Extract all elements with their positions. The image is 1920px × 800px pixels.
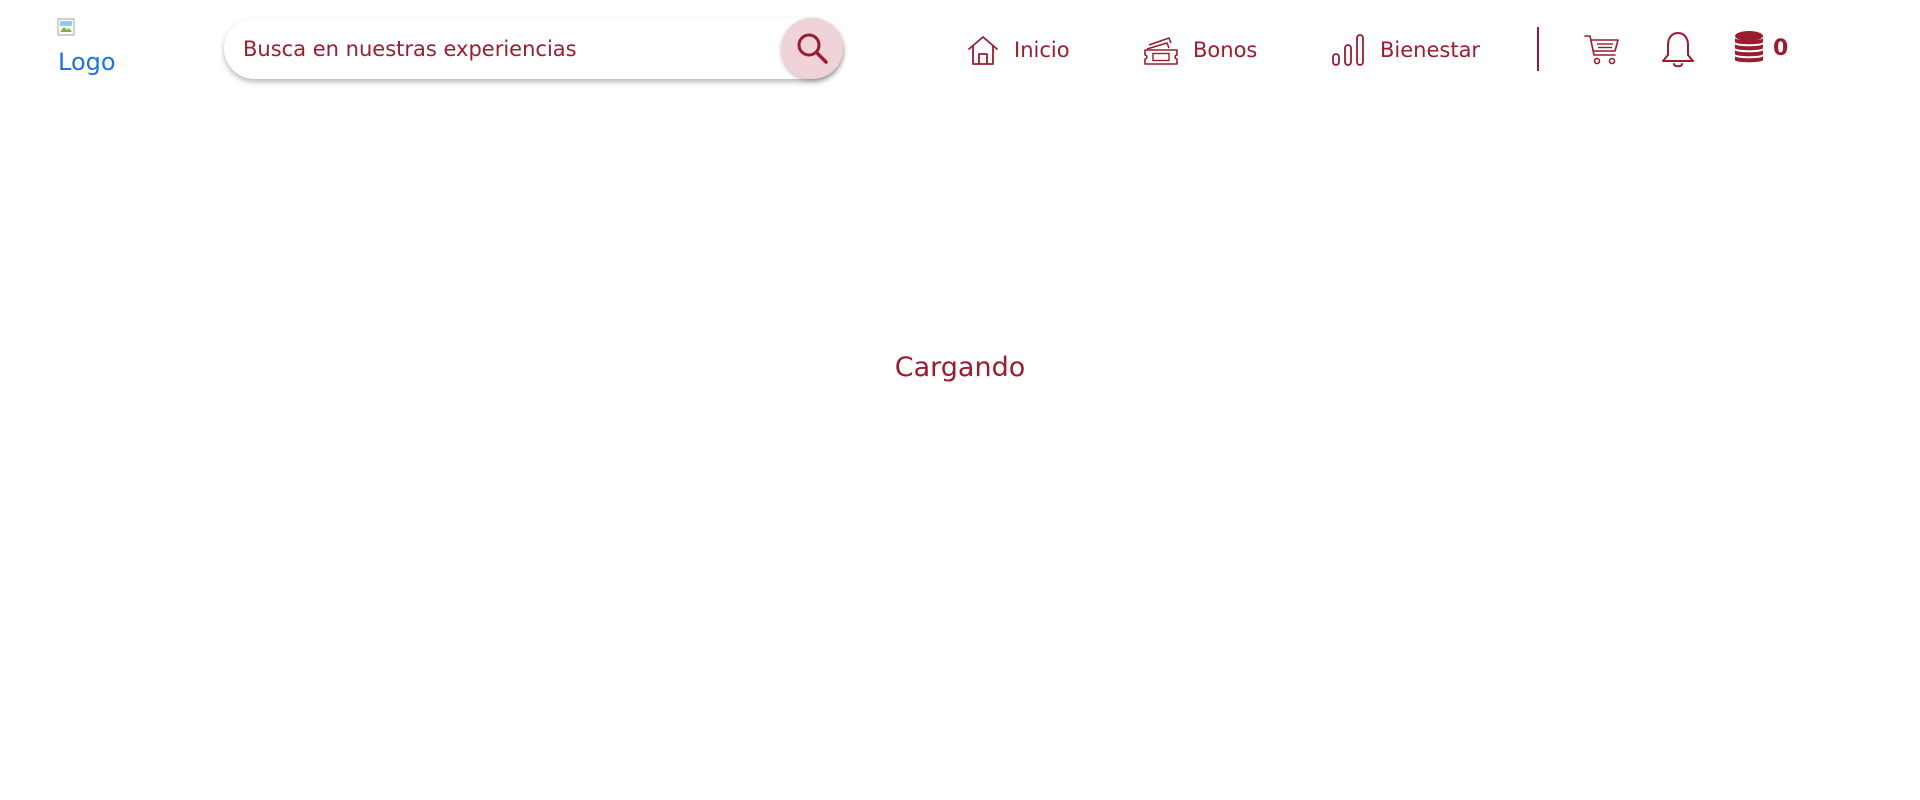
nav-item-bienestar[interactable]: Bienestar [1330,30,1480,70]
broken-image-icon [57,18,75,36]
cart-button[interactable] [1584,32,1620,66]
nav-item-inicio[interactable]: Inicio [966,30,1070,70]
coins-count: 0 [1773,35,1789,61]
search-bar [224,18,843,79]
search-button[interactable] [781,18,843,79]
bell-icon [1662,32,1694,68]
tickets-icon [1144,37,1178,65]
search-input[interactable] [243,18,783,79]
nav-label-inicio: Inicio [1014,38,1070,62]
notifications-button[interactable] [1660,30,1696,70]
coins-balance[interactable]: 0 [1733,30,1788,66]
logo[interactable]: Logo [57,18,117,76]
nav-divider [1537,27,1539,71]
coins-icon [1735,31,1763,63]
home-icon [968,36,998,65]
loading-message: Cargando [894,352,1026,383]
top-navigation-bar: Logo Inicio B [0,0,1920,98]
nav-item-bonos[interactable]: Bonos [1143,30,1257,70]
nav-label-bienestar: Bienestar [1380,38,1481,62]
cart-icon [1584,35,1619,65]
logo-alt-text: Logo [58,48,116,76]
bar-chart-icon [1332,34,1364,66]
search-icon [797,33,828,64]
nav-label-bonos: Bonos [1193,38,1258,62]
